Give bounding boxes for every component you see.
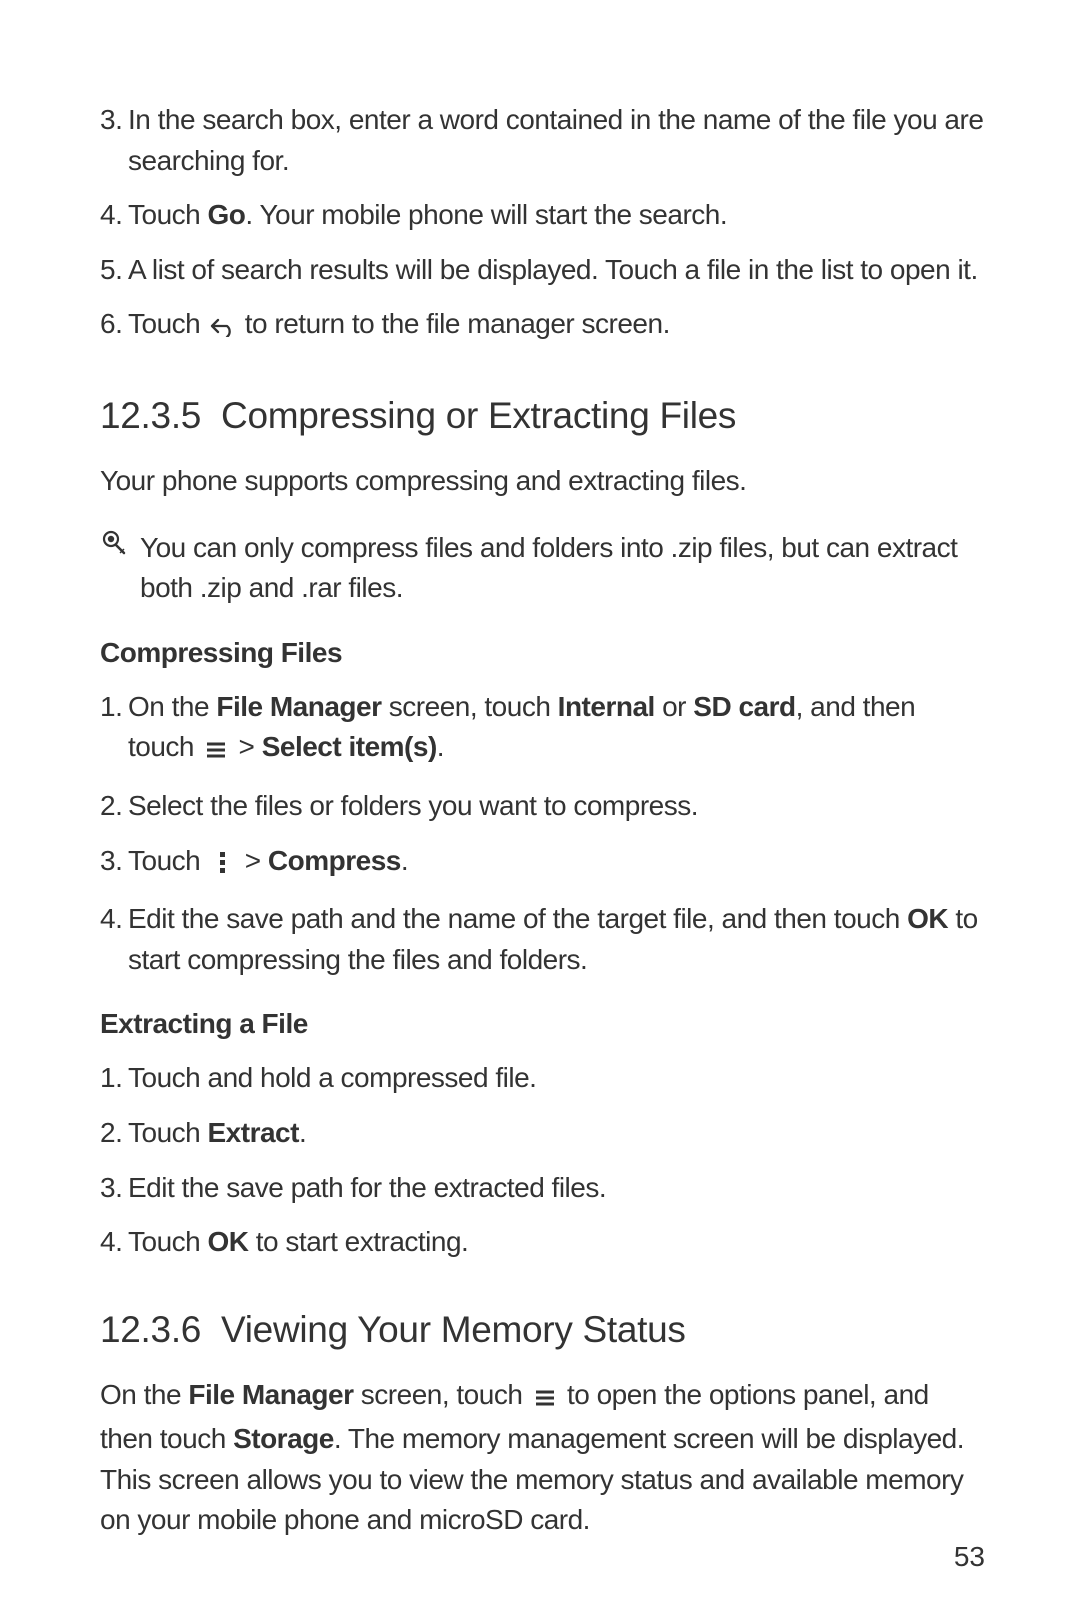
list-item: 3. Edit the save path for the extracted … (100, 1168, 985, 1209)
bold-text: OK (208, 1226, 249, 1257)
list-number: 6. (100, 304, 128, 349)
list-text: Touch to return to the file manager scre… (128, 304, 985, 349)
list-number: 1. (100, 1058, 128, 1099)
bold-text: File Manager (216, 691, 381, 722)
list-number: 2. (100, 786, 128, 827)
sub-heading: Compressing Files (100, 637, 985, 669)
list-item: 5. A list of search results will be disp… (100, 250, 985, 291)
sub-heading: Extracting a File (100, 1008, 985, 1040)
list-item: 6. Touch to return to the file manager s… (100, 304, 985, 349)
bold-text: Internal (558, 691, 655, 722)
list-number: 1. (100, 687, 128, 772)
page-number: 53 (954, 1541, 985, 1573)
list-text: Touch > Compress. (128, 841, 985, 886)
bold-text: Compress (268, 845, 401, 876)
note-block: You can only compress files and folders … (100, 528, 985, 609)
list-item: 1. Touch and hold a compressed file. (100, 1058, 985, 1099)
list-text: Touch Go. Your mobile phone will start t… (128, 195, 985, 236)
note-text: You can only compress files and folders … (140, 528, 985, 609)
list-text: Touch and hold a compressed file. (128, 1058, 985, 1099)
section-heading: 12.3.5 Compressing or Extracting Files (100, 395, 985, 437)
section-heading: 12.3.6 Viewing Your Memory Status (100, 1309, 985, 1351)
list-text: Touch Extract. (128, 1113, 985, 1154)
menu-icon (201, 731, 231, 772)
section-title: Compressing or Extracting Files (221, 395, 736, 436)
bold-text: Go (208, 199, 246, 230)
note-icon (100, 528, 140, 609)
section-number: 12.3.5 (100, 395, 201, 436)
list-item: 1. On the File Manager screen, touch Int… (100, 687, 985, 772)
list-item: 3. In the search box, enter a word conta… (100, 100, 985, 181)
list-item: 3. Touch > Compress. (100, 841, 985, 886)
list-number: 4. (100, 899, 128, 980)
menu-icon (530, 1379, 560, 1420)
list-text: On the File Manager screen, touch Intern… (128, 687, 985, 772)
bold-text: Select item(s) (262, 731, 437, 762)
list-item: 4. Touch OK to start extracting. (100, 1222, 985, 1263)
list-number: 5. (100, 250, 128, 291)
document-page: 3. In the search box, enter a word conta… (0, 0, 1080, 1617)
bold-text: File Manager (188, 1379, 353, 1410)
list-number: 3. (100, 100, 128, 181)
list-number: 3. (100, 1168, 128, 1209)
section-number: 12.3.6 (100, 1309, 201, 1350)
list-item: 4. Touch Go. Your mobile phone will star… (100, 195, 985, 236)
bold-text: Extract (208, 1117, 299, 1148)
list-text: Edit the save path and the name of the t… (128, 899, 985, 980)
section-title: Viewing Your Memory Status (221, 1309, 686, 1350)
list-text: A list of search results will be display… (128, 250, 985, 291)
paragraph: Your phone supports compressing and extr… (100, 461, 985, 502)
list-text: Select the files or folders you want to … (128, 786, 985, 827)
list-number: 2. (100, 1113, 128, 1154)
list-text: Edit the save path for the extracted fil… (128, 1168, 985, 1209)
list-number: 4. (100, 1222, 128, 1263)
list-number: 4. (100, 195, 128, 236)
list-text: Touch OK to start extracting. (128, 1222, 985, 1263)
paragraph: On the File Manager screen, touch to ope… (100, 1375, 985, 1541)
list-item: 2. Touch Extract. (100, 1113, 985, 1154)
list-text: In the search box, enter a word containe… (128, 100, 985, 181)
list-item: 4. Edit the save path and the name of th… (100, 899, 985, 980)
list-number: 3. (100, 841, 128, 886)
bold-text: Storage (233, 1423, 334, 1454)
list-item: 2. Select the files or folders you want … (100, 786, 985, 827)
bold-text: OK (907, 903, 948, 934)
bold-text: SD card (693, 691, 795, 722)
overflow-icon (208, 845, 238, 886)
back-icon (208, 308, 238, 349)
